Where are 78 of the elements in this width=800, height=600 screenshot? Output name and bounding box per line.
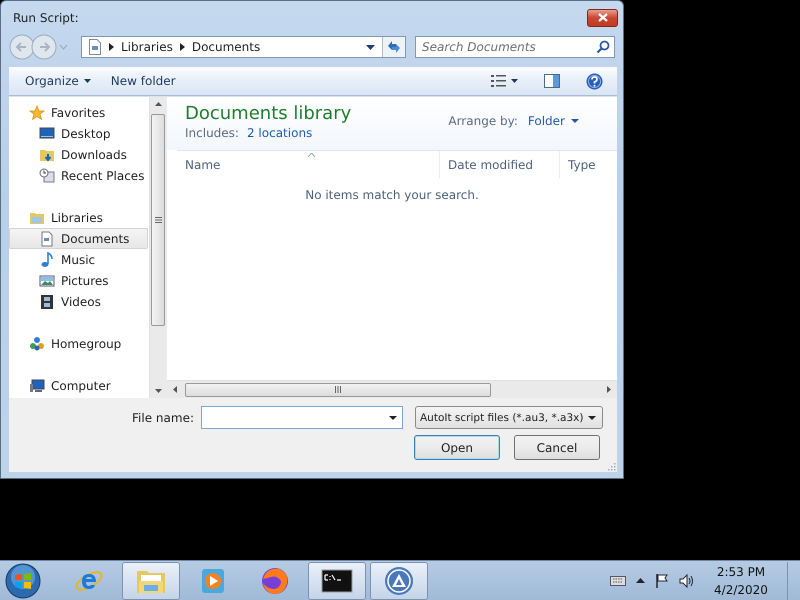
- grip-icon: [335, 386, 341, 393]
- arrange-dropdown[interactable]: Folder: [528, 114, 579, 128]
- scroll-thumb[interactable]: [185, 382, 491, 396]
- scroll-right-icon: [607, 386, 611, 393]
- breadcrumb[interactable]: Libraries: [121, 40, 173, 54]
- search-box[interactable]: Search Documents: [415, 36, 615, 58]
- organize-menu[interactable]: Organize: [19, 71, 97, 91]
- column-header[interactable]: Date modified: [440, 151, 560, 178]
- cancel-button[interactable]: Cancel: [514, 435, 600, 460]
- scroll-up-icon: [154, 102, 162, 106]
- vertical-scrollbar[interactable]: [149, 97, 166, 398]
- caret-icon: [84, 79, 91, 83]
- homegroup-icon: [29, 336, 45, 352]
- flag-icon[interactable]: [655, 572, 669, 588]
- window-title: Run Script:: [12, 10, 80, 24]
- sidebar-item[interactable]: Desktop: [9, 123, 148, 144]
- open-button[interactable]: Open: [414, 435, 500, 460]
- breadcrumb-arrow-icon: [180, 43, 185, 51]
- desktop-icon: [39, 126, 55, 142]
- sidebar-item[interactable]: Pictures: [9, 270, 148, 291]
- picture-icon: [39, 272, 55, 288]
- breadcrumb-arrow-icon: [109, 43, 114, 51]
- empty-message: No items match your search.: [304, 188, 480, 202]
- recent-places-icon: [39, 168, 55, 184]
- caret-icon: [511, 79, 518, 83]
- clock-time: 2:53 PM: [716, 564, 766, 580]
- locations-link[interactable]: 2 locations: [246, 126, 312, 140]
- library-title: Documents library: [185, 103, 352, 124]
- star-icon: [29, 104, 45, 120]
- clock[interactable]: 2:53 PM 4/2/2020: [709, 562, 773, 598]
- sidebar-item[interactable]: Favorites: [9, 102, 148, 123]
- breadcrumb[interactable]: Documents: [192, 40, 260, 54]
- show-hidden-icon[interactable]: [636, 578, 645, 583]
- horizontal-scrollbar[interactable]: [167, 380, 617, 398]
- close-icon: [598, 13, 608, 22]
- speaker-icon[interactable]: [679, 574, 695, 588]
- a-logo-icon: [383, 564, 415, 596]
- document-icon: [88, 39, 102, 55]
- resize-grip-icon: [608, 463, 616, 471]
- scroll-down-icon: [154, 389, 162, 393]
- document-icon: [39, 230, 55, 246]
- taskbar-button[interactable]: [308, 562, 366, 600]
- music-note-icon: [39, 252, 55, 268]
- scroll-thumb[interactable]: [151, 114, 165, 326]
- column-header[interactable]: Name: [177, 151, 440, 178]
- help-icon: [586, 72, 603, 90]
- preview-pane-icon: [544, 74, 560, 88]
- arrange-by-label: Arrange by:: [448, 114, 518, 128]
- close-button[interactable]: [587, 8, 618, 26]
- file-type-dropdown[interactable]: AutoIt script files (*.au3, *.a3x): [415, 406, 603, 429]
- column-header[interactable]: Type: [560, 151, 617, 178]
- refresh-icon[interactable]: [386, 40, 402, 54]
- sidebar-item[interactable]: Music: [9, 249, 148, 270]
- grip-icon: [154, 217, 162, 223]
- sidebar-item[interactable]: Downloads: [9, 144, 148, 165]
- film-strip-icon: [39, 294, 55, 310]
- dropdown-caret-icon: [588, 416, 596, 420]
- new-folder-button[interactable]: New folder: [104, 71, 182, 91]
- dropdown-caret-icon[interactable]: [389, 416, 397, 420]
- sidebar-item[interactable]: Homegroup: [9, 333, 148, 354]
- scroll-left-icon: [173, 386, 177, 393]
- caret-icon: [571, 119, 579, 123]
- file-name-label: File name:: [131, 410, 195, 424]
- sidebar-item[interactable]: Documents: [9, 228, 148, 249]
- computer-icon: [29, 378, 45, 394]
- sidebar-item[interactable]: Computer: [9, 375, 148, 396]
- clock-date: 4/2/2020: [714, 582, 768, 598]
- address-bar[interactable]: Libraries Documents: [81, 36, 406, 58]
- search-icon[interactable]: [596, 40, 610, 54]
- list-view-icon: [491, 75, 507, 87]
- sidebar-item[interactable]: Libraries: [9, 207, 148, 228]
- sidebar-item[interactable]: Recent Places: [9, 165, 148, 186]
- includes-label: Includes:: [185, 126, 239, 140]
- dropdown-caret-icon[interactable]: [366, 44, 375, 50]
- search-field[interactable]: Search Documents: [422, 37, 596, 57]
- keyboard-icon[interactable]: [610, 576, 626, 586]
- start-orb-icon[interactable]: [4, 562, 42, 600]
- sidebar-item[interactable]: Videos: [9, 291, 148, 312]
